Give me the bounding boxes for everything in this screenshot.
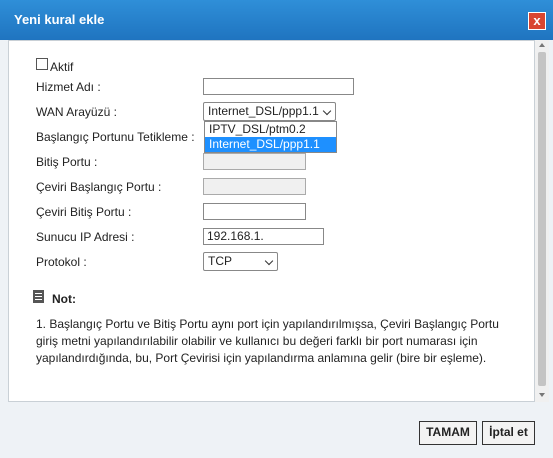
service-name-label: Hizmet Adı :: [36, 80, 101, 94]
wan-interface-dropdown[interactable]: IPTV_DSL/ptm0.2 Internet_DSL/ppp1.1: [204, 121, 337, 153]
note-title: Not:: [52, 292, 76, 306]
cancel-button[interactable]: İptal et: [482, 421, 535, 445]
dialog-title-bar: Yeni kural ekle x: [0, 0, 553, 40]
scroll-thumb[interactable]: [538, 52, 546, 386]
wan-option-iptv[interactable]: IPTV_DSL/ptm0.2: [205, 122, 336, 137]
note-text: 1. Başlangıç Portu ve Bitiş Portu aynı p…: [36, 317, 499, 365]
chevron-down-icon: [322, 106, 332, 116]
translation-end-port-input[interactable]: [203, 203, 306, 220]
scrollbar[interactable]: [535, 40, 549, 402]
note-icon: [33, 290, 44, 303]
chevron-down-icon: [264, 256, 274, 266]
end-port-label: Bitiş Portu :: [36, 155, 98, 169]
wan-option-internet[interactable]: Internet_DSL/ppp1.1: [205, 137, 336, 152]
active-checkbox[interactable]: [36, 58, 48, 70]
wan-interface-select[interactable]: Internet_DSL/ppp1.1: [203, 102, 336, 121]
scroll-up-icon[interactable]: [539, 43, 545, 47]
scroll-down-icon[interactable]: [539, 393, 545, 397]
add-rule-dialog: Yeni kural ekle x Aktif Hizmet Adı : WAN…: [0, 0, 553, 458]
trigger-start-port-label: Başlangıç Portunu Tetikleme :: [36, 130, 195, 144]
translation-start-port-label: Çeviri Başlangıç Portu :: [36, 180, 162, 194]
server-ip-label: Sunucu IP Adresi :: [36, 230, 135, 244]
protocol-label: Protokol :: [36, 255, 87, 269]
service-name-input[interactable]: [203, 78, 354, 95]
dialog-title: Yeni kural ekle: [14, 12, 105, 27]
server-ip-input[interactable]: 192.168.1.: [203, 228, 324, 245]
translation-start-port-input: [203, 178, 306, 195]
translation-end-port-label: Çeviri Bitiş Portu :: [36, 205, 132, 219]
protocol-value: TCP: [208, 254, 232, 268]
active-label: Aktif: [50, 60, 74, 74]
protocol-select[interactable]: TCP: [203, 252, 278, 271]
ok-button[interactable]: TAMAM: [419, 421, 477, 445]
wan-interface-label: WAN Arayüzü :: [36, 105, 117, 119]
end-port-input: [203, 153, 306, 170]
close-icon[interactable]: x: [528, 12, 546, 30]
wan-interface-value: Internet_DSL/ppp1.1: [208, 104, 319, 118]
